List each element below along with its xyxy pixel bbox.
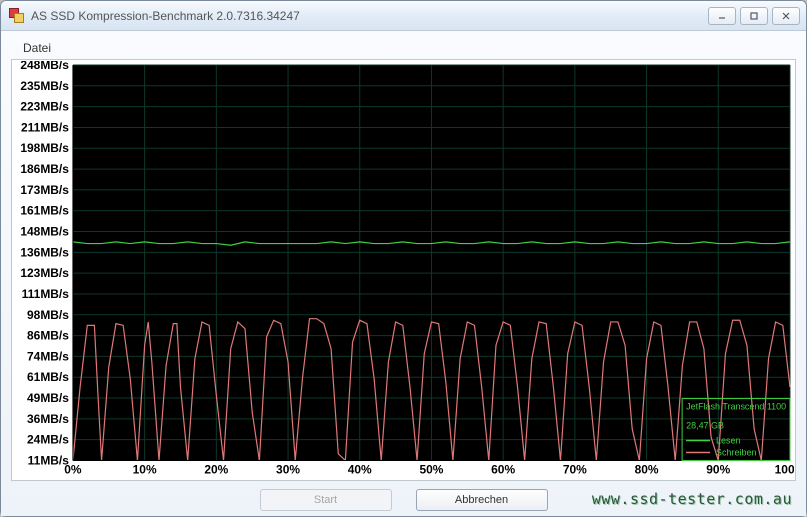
svg-text:70%: 70% [563,462,587,476]
svg-text:198MB/s: 198MB/s [20,141,69,155]
svg-text:10%: 10% [133,462,157,476]
compression-chart: 11MB/s 24MB/s 36MB/s 49MB/s 61MB/s 74MB/s 86MB… [13,61,794,478]
chart-container: 11MB/s 24MB/s 36MB/s 49MB/s 61MB/s 74MB/s 86MB… [11,59,796,481]
svg-text:123MB/s: 123MB/s [20,266,69,280]
window-title: AS SSD Kompression-Benchmark 2.0.7316.34… [31,9,708,23]
svg-text:40%: 40% [348,462,372,476]
svg-text:100%: 100% [775,462,794,476]
svg-text:36MB/s: 36MB/s [27,412,69,426]
svg-text:JetFlash Transcend 1100: JetFlash Transcend 1100 [686,402,786,412]
minimize-button[interactable] [708,7,736,25]
start-button: Start [260,489,392,511]
window-controls [708,7,800,25]
close-icon [781,11,791,21]
svg-text:235MB/s: 235MB/s [20,79,69,93]
svg-text:24MB/s: 24MB/s [27,433,69,447]
svg-text:0%: 0% [64,462,82,476]
svg-text:28,47 GB: 28,47 GB [686,421,724,431]
svg-text:90%: 90% [706,462,730,476]
svg-text:11MB/s: 11MB/s [28,453,70,467]
content-area: Datei 11MB/s 24MB/s 36MB/s 49MB/s 61MB/s 74MB… [1,31,806,516]
svg-text:30%: 30% [276,462,300,476]
svg-text:86MB/s: 86MB/s [27,329,69,343]
maximize-button[interactable] [740,7,768,25]
app-window: AS SSD Kompression-Benchmark 2.0.7316.34… [0,0,807,517]
titlebar[interactable]: AS SSD Kompression-Benchmark 2.0.7316.34… [1,1,806,31]
minimize-icon [717,11,727,21]
svg-text:161MB/s: 161MB/s [20,204,69,218]
svg-text:111MB/s: 111MB/s [22,287,70,301]
svg-text:223MB/s: 223MB/s [20,100,69,114]
maximize-icon [749,11,759,21]
cancel-button[interactable]: Abbrechen [416,489,548,511]
svg-text:248MB/s: 248MB/s [20,61,69,72]
svg-text:50%: 50% [419,462,443,476]
svg-text:20%: 20% [204,462,228,476]
svg-text:80%: 80% [635,462,659,476]
svg-text:74MB/s: 74MB/s [27,349,69,363]
svg-text:98MB/s: 98MB/s [27,308,69,322]
svg-text:60%: 60% [491,462,515,476]
svg-text:Lesen: Lesen [716,435,740,445]
close-button[interactable] [772,7,800,25]
svg-text:136MB/s: 136MB/s [20,245,69,259]
svg-text:173MB/s: 173MB/s [20,183,69,197]
svg-text:148MB/s: 148MB/s [20,225,69,239]
svg-text:Schreiben: Schreiben [716,447,756,457]
menu-bar: Datei [11,37,796,59]
svg-text:186MB/s: 186MB/s [20,162,69,176]
svg-text:49MB/s: 49MB/s [27,391,69,405]
app-icon [9,8,25,24]
button-row: Start Abbrechen [11,481,796,511]
menu-file[interactable]: Datei [15,39,59,57]
svg-text:211MB/s: 211MB/s [21,120,69,134]
svg-text:61MB/s: 61MB/s [27,370,69,384]
